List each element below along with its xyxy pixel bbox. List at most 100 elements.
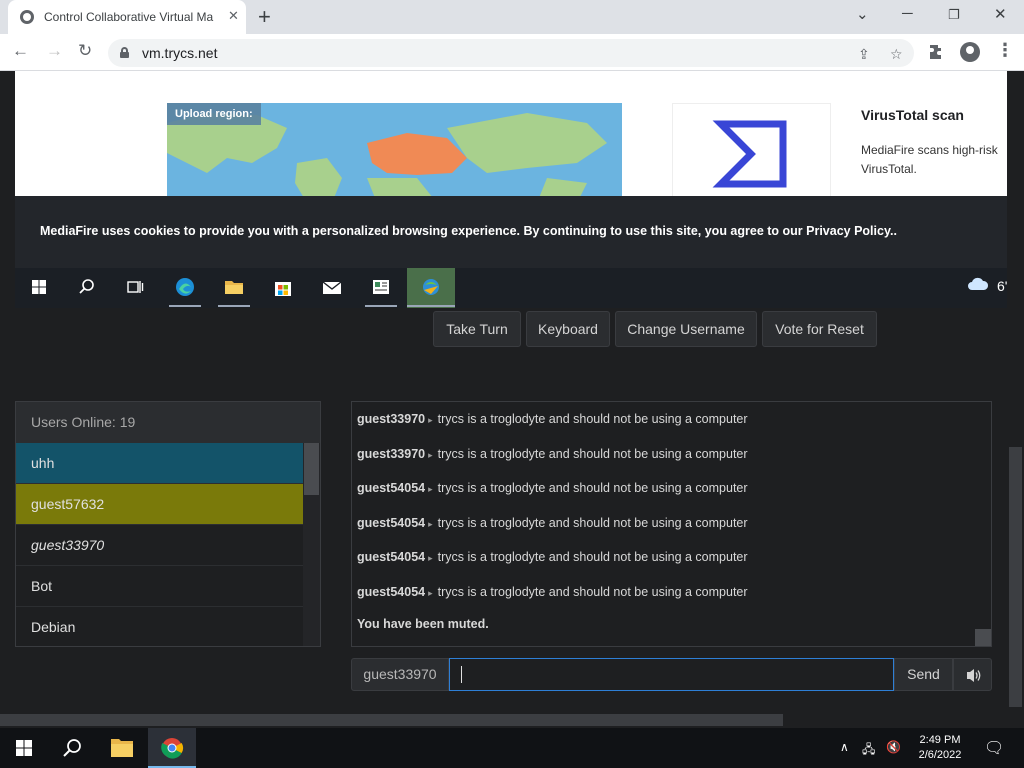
users-online-header: Users Online: 19 xyxy=(16,402,320,443)
chat-arrow-icon: ▸ xyxy=(428,449,433,460)
user-list-item[interactable]: guest33970 xyxy=(16,525,303,566)
chat-arrow-icon: ▸ xyxy=(428,553,433,564)
extensions-icon[interactable] xyxy=(929,44,945,60)
clock-date: 2/6/2022 xyxy=(918,749,962,761)
vm-taskbar[interactable]: 6' xyxy=(15,268,1007,308)
chat-message: guest33970 ▸ trycs is a troglodyte and sho… xyxy=(357,409,748,429)
upload-region-label: Upload region: xyxy=(167,103,261,125)
users-scrollbar[interactable] xyxy=(303,443,320,646)
chat-message-input[interactable] xyxy=(449,658,894,691)
chat-message-username[interactable]: guest33970 xyxy=(357,412,425,426)
tab-search-icon[interactable]: ⌄ xyxy=(856,5,869,23)
user-list-item[interactable]: Debian xyxy=(16,607,303,646)
chrome-taskbar-icon[interactable] xyxy=(148,728,196,768)
chat-message: guest54054 ▸ trycs is a troglodyte and sho… xyxy=(357,582,748,602)
chat-message-username[interactable]: guest54054 xyxy=(357,481,425,495)
share-icon[interactable]: ⇪ xyxy=(858,46,870,63)
muted-notice: You have been muted. xyxy=(357,617,489,631)
back-icon[interactable]: ← xyxy=(12,41,29,61)
text-caret xyxy=(461,666,462,683)
browser-toolbar: ← → ↻ vm.trycs.net ⇪ ☆ ⋮ xyxy=(0,34,1024,71)
minimize-icon[interactable]: ─ xyxy=(902,5,913,22)
volume-muted-icon[interactable]: 🔇 xyxy=(886,740,901,754)
vm-screen[interactable]: Upload region: VirusTotal scan MediaFire… xyxy=(15,71,1007,308)
tab-title: Control Collaborative Virtual Ma xyxy=(44,10,214,24)
page-content: Upload region: VirusTotal scan MediaFire… xyxy=(0,71,1024,728)
search-icon[interactable] xyxy=(48,728,96,768)
chat-message-username[interactable]: guest54054 xyxy=(357,516,425,530)
bookmark-star-icon[interactable]: ☆ xyxy=(890,46,903,63)
volume-button[interactable] xyxy=(953,658,992,691)
forward-icon[interactable]: → xyxy=(46,41,63,61)
cookie-banner: MediaFire uses cookies to provide you wi… xyxy=(15,196,1007,268)
user-list-item[interactable]: Bot xyxy=(16,566,303,607)
vm-search-icon[interactable] xyxy=(67,268,107,308)
vm-news-icon[interactable] xyxy=(361,268,401,308)
upload-region-map: Upload region: xyxy=(167,103,622,203)
notifications-icon[interactable]: 🗨 xyxy=(984,738,1004,758)
chat-message-username[interactable]: guest54054 xyxy=(357,550,425,564)
address-bar[interactable]: vm.trycs.net ⇪ ☆ xyxy=(108,39,914,67)
vm-network-app-icon[interactable] xyxy=(407,268,455,308)
window-close-icon[interactable]: ✕ xyxy=(994,5,1007,23)
chat-arrow-icon: ▸ xyxy=(428,484,433,495)
chat-message-text: trycs is a troglodyte and should not be … xyxy=(437,515,748,530)
url-text[interactable]: vm.trycs.net xyxy=(142,45,217,61)
vote-for-reset-button[interactable]: Vote for Reset xyxy=(762,311,877,347)
chat-username-label: guest33970 xyxy=(351,658,449,691)
clock[interactable]: 2:49 PM 2/6/2022 xyxy=(910,733,970,763)
file-explorer-icon[interactable] xyxy=(98,728,146,768)
page-vertical-scrollbar[interactable] xyxy=(1007,71,1024,728)
chat-message: guest54054 ▸ trycs is a troglodyte and sho… xyxy=(357,513,748,533)
virustotal-logo-box xyxy=(672,103,831,203)
reload-icon[interactable]: ↻ xyxy=(78,41,92,61)
clock-time: 2:49 PM xyxy=(919,734,961,746)
vm-mail-icon[interactable] xyxy=(312,268,352,308)
send-button[interactable]: Send xyxy=(894,658,953,691)
vm-file-explorer-icon[interactable] xyxy=(214,268,254,308)
start-icon[interactable] xyxy=(0,728,48,768)
host-taskbar: ∧ 🖧 🔇 2:49 PM 2/6/2022 🗨 xyxy=(0,728,1024,768)
chat-panel: guest33970 ▸ trycs is a troglodyte and sho… xyxy=(351,401,992,647)
lock-icon[interactable] xyxy=(120,47,129,58)
page-scrollbar-thumb[interactable] xyxy=(1009,447,1022,707)
vm-task-view-icon[interactable] xyxy=(115,268,155,308)
close-tab-icon[interactable]: ✕ xyxy=(228,8,239,24)
vm-edge-icon[interactable] xyxy=(165,268,205,308)
keyboard-button[interactable]: Keyboard xyxy=(526,311,610,347)
chat-arrow-icon: ▸ xyxy=(428,415,433,425)
page-hscrollbar-thumb[interactable] xyxy=(0,714,783,726)
vm-store-icon[interactable] xyxy=(263,268,303,308)
users-scrollbar-thumb[interactable] xyxy=(304,443,319,495)
take-turn-button[interactable]: Take Turn xyxy=(433,311,521,347)
vm-weather-cloud-icon[interactable] xyxy=(967,277,989,291)
user-list-item[interactable]: guest57632 xyxy=(16,484,303,525)
vm-start-icon[interactable] xyxy=(19,268,59,308)
chat-message-username[interactable]: guest54054 xyxy=(357,585,425,599)
chat-message-text: trycs is a troglodyte and should not be … xyxy=(437,481,748,496)
chat-message-username[interactable]: guest33970 xyxy=(357,447,425,461)
change-username-button[interactable]: Change Username xyxy=(615,311,757,347)
chat-message-text: trycs is a troglodyte and should not be … xyxy=(437,585,748,599)
browser-menu-icon[interactable]: ⋮ xyxy=(996,40,1014,61)
chat-message: guest33970 ▸ trycs is a troglodyte and sho… xyxy=(357,444,748,464)
chat-message: guest54054 ▸ trycs is a troglodyte and sho… xyxy=(357,478,748,498)
profile-avatar-icon[interactable] xyxy=(960,42,980,62)
page-horizontal-scrollbar[interactable] xyxy=(0,712,1007,728)
network-icon[interactable]: 🖧 xyxy=(862,740,875,761)
show-hidden-icons-icon[interactable]: ∧ xyxy=(840,740,849,754)
chat-message-text: trycs is a troglodyte and should not be … xyxy=(437,412,748,426)
user-list-item[interactable]: uhh xyxy=(16,443,303,484)
browser-tab-strip: Control Collaborative Virtual Ma ✕ + ⌄ ─… xyxy=(0,0,1024,34)
cookie-text: MediaFire uses cookies to provide you wi… xyxy=(40,224,897,238)
restore-icon[interactable]: ❐ xyxy=(948,7,960,23)
virustotal-title: VirusTotal scan xyxy=(861,107,964,123)
virustotal-description: MediaFire scans high-risk VirusTotal. xyxy=(861,143,998,176)
chat-scrollbar-thumb[interactable] xyxy=(975,629,991,646)
virustotal-sigma-icon xyxy=(712,120,787,188)
browser-tab[interactable]: Control Collaborative Virtual Ma ✕ xyxy=(8,0,246,34)
chat-arrow-icon: ▸ xyxy=(428,518,433,529)
chat-arrow-icon: ▸ xyxy=(428,588,433,598)
new-tab-icon[interactable]: + xyxy=(258,4,271,30)
volume-icon xyxy=(967,669,981,682)
